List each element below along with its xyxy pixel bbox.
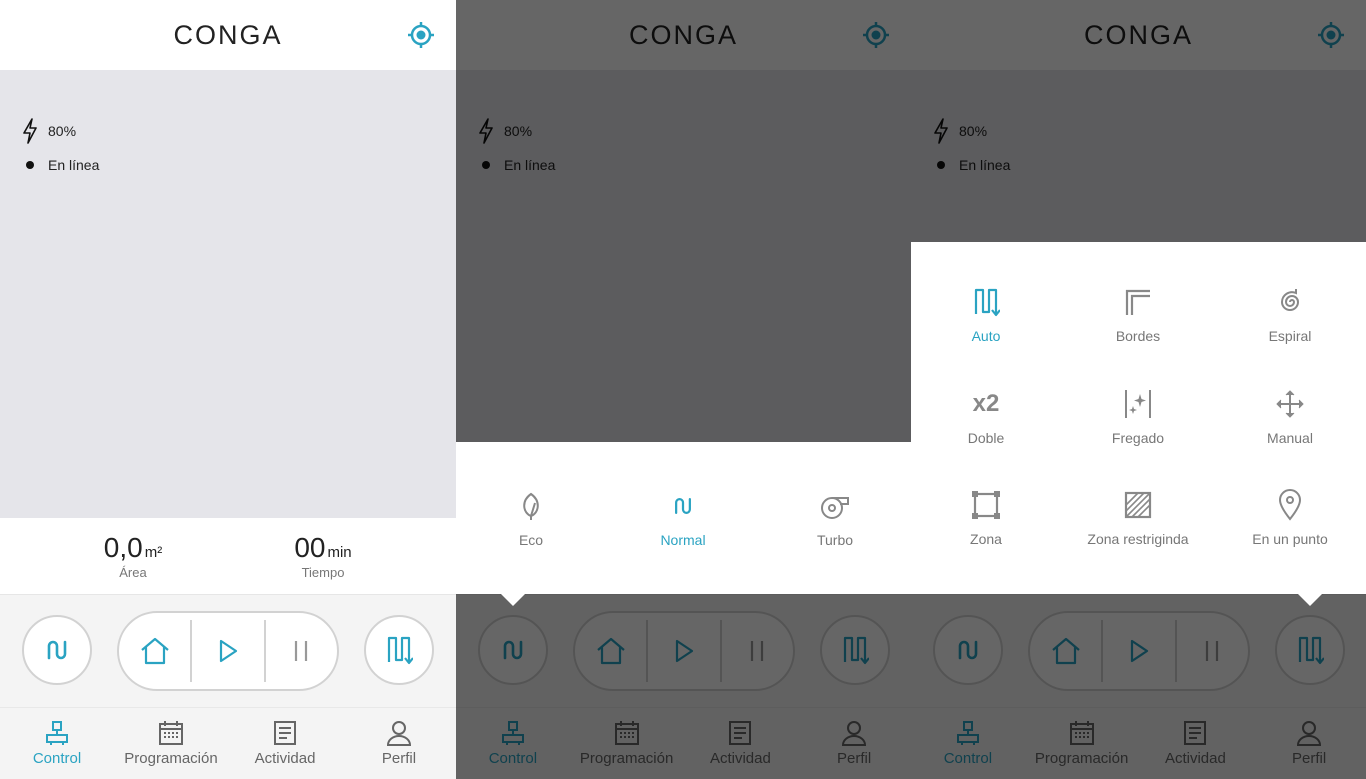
nav-item-actividad[interactable]: Actividad	[228, 708, 342, 779]
cleaning-stats: 0,0 m² Área 00 min Tiempo	[0, 518, 456, 594]
mode-option-zona-restringida[interactable]: Zona restriginda	[1063, 485, 1213, 547]
mop-sparkle-icon	[1125, 390, 1151, 418]
mode-label-bordes: Bordes	[1115, 328, 1161, 344]
x2-icon: x2	[972, 390, 1000, 417]
mode-button[interactable]	[364, 615, 434, 685]
screens-container: CONGA 80% En línea 0,0 m² Área 00 min Ti…	[0, 0, 1366, 779]
app-header: CONGA	[0, 0, 456, 70]
turbo-fan-icon	[821, 497, 849, 519]
auto-path-icon	[974, 288, 1000, 317]
mode-option-fregado[interactable]: Fregado	[1063, 384, 1213, 446]
play-icon	[219, 639, 238, 663]
suction-label-turbo: Turbo	[816, 532, 854, 548]
robot-icon	[46, 721, 68, 745]
robot-status: 80% En línea	[20, 118, 99, 186]
mode-option-bordes[interactable]: Bordes	[1063, 282, 1213, 344]
screen-control-main: CONGA 80% En línea 0,0 m² Área 00 min Ti…	[0, 0, 456, 779]
move-arrows-icon	[1276, 390, 1304, 418]
mode-label-auto: Auto	[971, 328, 1001, 344]
nav-item-control[interactable]: Control	[0, 708, 114, 779]
play-button[interactable]	[192, 613, 263, 689]
wave-icon	[47, 640, 67, 660]
dim-overlay[interactable]	[456, 0, 911, 779]
nav-item-perfil[interactable]: Perfil	[342, 708, 456, 779]
spiral-icon	[1280, 289, 1300, 311]
home-button[interactable]	[119, 613, 190, 689]
control-bar	[0, 594, 456, 707]
user-icon	[386, 721, 412, 746]
suction-panel: Eco Normal Turbo	[456, 442, 911, 594]
home-icon	[140, 637, 169, 665]
mode-panel-pointer	[1298, 594, 1322, 606]
playback-controls	[117, 611, 339, 691]
auto-path-icon	[387, 636, 413, 665]
area-label: Área	[119, 565, 147, 580]
nav-label-perfil: Perfil	[381, 750, 417, 767]
suction-panel-pointer	[501, 594, 525, 606]
suction-option-eco[interactable]: Eco	[456, 486, 606, 548]
mode-label-doble: Doble	[967, 430, 1005, 446]
mode-label-fregado: Fregado	[1111, 430, 1165, 446]
connection-value: En línea	[48, 157, 100, 173]
map-pin-icon	[1278, 489, 1302, 521]
mode-label-manual: Manual	[1267, 430, 1313, 446]
pause-icon	[295, 641, 308, 661]
mode-option-manual[interactable]: Manual	[1215, 384, 1365, 446]
locate-robot-icon[interactable]	[406, 20, 436, 50]
pause-button[interactable]	[266, 613, 337, 689]
nav-label-actividad: Actividad	[254, 750, 316, 767]
suction-label-normal: Normal	[660, 532, 706, 548]
mode-option-doble[interactable]: x2 Doble	[911, 384, 1061, 446]
time-label: Tiempo	[301, 565, 345, 580]
time-unit: min	[327, 544, 352, 561]
online-dot-icon	[26, 161, 34, 169]
suction-option-turbo[interactable]: Turbo	[760, 486, 910, 548]
area-unit: m²	[144, 544, 163, 561]
document-icon	[274, 721, 296, 745]
suction-button[interactable]	[22, 615, 92, 685]
nav-label-programacion: Programación	[124, 750, 218, 767]
mode-label-espiral: Espiral	[1268, 328, 1312, 344]
leaf-icon	[523, 492, 539, 520]
mode-label-zona-restringida: Zona restriginda	[1087, 531, 1189, 547]
battery-value: 80%	[48, 123, 77, 139]
mode-option-zona[interactable]: Zona	[911, 485, 1061, 547]
mode-option-en-un-punto[interactable]: En un punto	[1215, 485, 1365, 547]
battery-status: 80%	[20, 118, 99, 144]
area-stat: 0,0 m² Área	[93, 532, 173, 580]
screen-suction-panel: CONGA 80% En línea	[456, 0, 911, 779]
screen-mode-panel: CONGA 80% En línea	[911, 0, 1366, 779]
nav-label-control: Control	[32, 750, 82, 767]
suction-option-normal[interactable]: Normal	[608, 486, 758, 548]
area-value: 0,0	[103, 532, 143, 563]
edges-icon	[1125, 289, 1150, 315]
nav-item-programacion[interactable]: Programación	[114, 708, 228, 779]
time-stat: 00 min Tiempo	[283, 532, 363, 580]
bottom-nav: Control Programación Actividad Perfil	[0, 707, 456, 779]
mode-label-zona: Zona	[970, 531, 1002, 547]
calendar-icon	[159, 721, 183, 745]
restricted-zone-icon	[1124, 491, 1152, 519]
connection-status: En línea	[20, 152, 99, 178]
suction-label-eco: Eco	[518, 532, 544, 548]
mode-panel: Auto Bordes Espiral x2 Doble Fregado Man…	[911, 242, 1366, 594]
time-value: 00	[294, 532, 326, 563]
lightning-icon	[20, 118, 40, 144]
square-zone-icon	[972, 491, 1000, 519]
mode-option-auto[interactable]: Auto	[911, 282, 1061, 344]
conga-logo: CONGA	[173, 20, 283, 50]
mode-option-espiral[interactable]: Espiral	[1215, 282, 1365, 344]
mode-label-en-un-punto: En un punto	[1252, 531, 1328, 547]
wave-icon	[675, 498, 691, 514]
